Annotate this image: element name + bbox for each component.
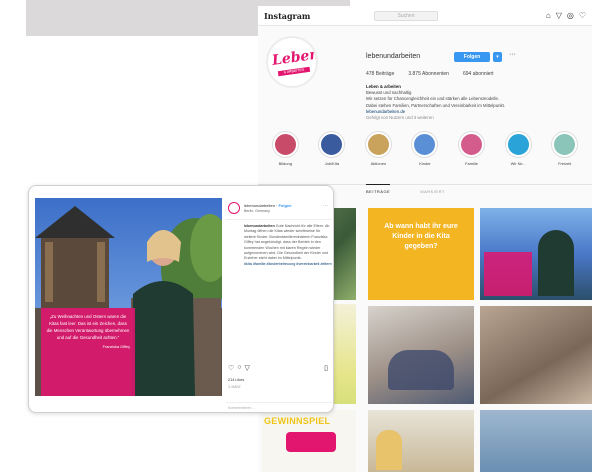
kita-question-text: Ab wann habt ihr eure Kinder in die Kita…	[384, 223, 458, 250]
highlight-label: Freizeit	[558, 161, 572, 166]
post-portrait	[538, 230, 574, 296]
followed-by[interactable]: Gefolgt von Nutzern und 3 weiteren	[366, 115, 588, 121]
highlight-item[interactable]: Wir für...	[501, 132, 535, 176]
bookmark-icon[interactable]: ▯	[324, 364, 328, 372]
quote-overlay: „Zu Weihnachten und Ostern waren die Kit…	[41, 308, 135, 396]
follow-button[interactable]: Folgen	[454, 52, 490, 62]
highlight-item[interactable]: Aktionen	[361, 132, 395, 176]
highlight-item[interactable]: Familie	[455, 132, 489, 176]
caption-hashtags[interactable]: #kita #familie #kinderbetreuung #vereinb…	[244, 262, 332, 267]
search-input[interactable]: Suchen	[374, 10, 438, 21]
posts-count: 478 Beiträge	[366, 71, 395, 77]
tab-posts[interactable]: BEITRÄGE	[366, 184, 391, 194]
brand-logo-sub: & ARBEITEN	[277, 66, 311, 77]
highlight-cover	[365, 132, 391, 157]
like-icon[interactable]: ♡	[228, 364, 234, 372]
post-tile[interactable]	[480, 410, 592, 472]
highlight-label: Job/Kita	[324, 161, 340, 166]
highlight-cover	[459, 132, 485, 157]
post-people	[388, 350, 454, 390]
profile-stats: 478 Beiträge 3.875 Abonnenten 694 abonni…	[366, 71, 494, 77]
post-actions: ♡ ○ ▽ ▯	[226, 364, 332, 372]
highlight-item[interactable]: Bildung	[268, 132, 302, 176]
suggested-button[interactable]: ▾	[493, 52, 502, 62]
highlight-item[interactable]: Freizeit	[548, 132, 582, 176]
post-tile[interactable]: GEWINNSPIEL	[262, 410, 356, 472]
caption-text: Gute Nachricht für alle Eltern: Ab Monta…	[244, 224, 330, 261]
tab-tagged[interactable]: MARKIERT	[420, 185, 445, 194]
post-caption: lebenundarbeiten Gute Nachricht für alle…	[226, 224, 332, 267]
highlight-cover	[412, 132, 438, 157]
highlight-cover	[505, 132, 531, 157]
highlight-label: Aktionen	[370, 161, 387, 166]
top-bar: Instagram Suchen ⌂ ▽ ◎ ♡	[258, 6, 592, 26]
post-tile[interactable]	[368, 410, 474, 472]
screenshot: Instagram Suchen ⌂ ▽ ◎ ♡ Leben & ARBEITE…	[0, 0, 592, 472]
post-avatar[interactable]	[228, 202, 240, 214]
home-icon[interactable]: ⌂	[546, 11, 551, 20]
highlight-item[interactable]: Job/Kita	[315, 132, 349, 176]
profile-bio: Leben & arbeiten Bewusst und nachhaltig …	[366, 84, 588, 121]
highlight-label: Familie	[465, 161, 478, 166]
post-tile[interactable]	[368, 306, 474, 404]
highlight-cover	[272, 132, 298, 157]
post-location[interactable]: Berlin, Germany	[244, 209, 270, 213]
quote-text: „Zu Weihnachten und Ostern waren die Kit…	[46, 314, 130, 340]
post-person	[376, 430, 402, 470]
profile-avatar[interactable]: Leben & ARBEITEN	[266, 36, 318, 88]
post-sidebar: lebenundarbeiten · Folgen Berlin, German…	[226, 198, 332, 410]
heart-icon[interactable]: ♡	[579, 11, 586, 20]
comment-icon[interactable]: ○	[237, 364, 241, 372]
profile-header: Leben & ARBEITEN lebenundarbeiten Folgen…	[258, 26, 592, 132]
post-detail-card: „Zu Weihnachten und Ostern waren die Kit…	[28, 185, 334, 413]
likes-count[interactable]: 214 Likes	[228, 378, 244, 382]
instagram-logo[interactable]: Instagram	[264, 11, 374, 21]
profile-username: lebenundarbeiten	[366, 53, 421, 60]
brand-logo: Leben	[271, 46, 318, 69]
gewinnspiel-text: GEWINNSPIEL	[264, 416, 331, 426]
followers-count[interactable]: 3.875 Abonnenten	[408, 71, 449, 77]
person-dress	[131, 281, 195, 396]
share-icon[interactable]: ▽	[245, 364, 250, 372]
direct-icon[interactable]: ▽	[556, 11, 562, 20]
post-tile[interactable]	[480, 208, 592, 300]
post-tile-kita-question[interactable]: Ab wann habt ihr eure Kinder in die Kita…	[368, 208, 474, 300]
post-quote-overlay	[484, 252, 532, 296]
more-options-icon[interactable]: ···	[509, 51, 516, 58]
post-header: lebenundarbeiten · Folgen Berlin, German…	[226, 198, 332, 220]
highlight-cover	[552, 132, 578, 157]
highlight-cover	[319, 132, 345, 157]
post-follow-link[interactable]: Folgen	[278, 203, 291, 208]
highlight-label: Bildung	[278, 161, 292, 166]
highlight-label: Wir für...	[510, 161, 526, 166]
post-username[interactable]: lebenundarbeiten · Folgen	[244, 203, 292, 208]
highlight-label: Kinder	[419, 161, 431, 166]
post-photo[interactable]: „Zu Weihnachten und Ostern waren die Kit…	[35, 198, 222, 396]
quote-attribution: Franziska Giffey	[102, 345, 130, 349]
comment-input[interactable]: Kommentieren ...	[226, 402, 332, 410]
post-tile[interactable]	[480, 306, 592, 404]
story-highlights: Bildung Job/Kita Aktionen Kinder Familie…	[258, 132, 592, 176]
explore-icon[interactable]: ◎	[567, 11, 574, 20]
post-username-text[interactable]: lebenundarbeiten	[244, 203, 275, 208]
highlight-item[interactable]: Kinder	[408, 132, 442, 176]
caption-username[interactable]: lebenundarbeiten	[244, 224, 275, 228]
gewinnspiel-graphic	[286, 432, 336, 452]
nav-icons: ⌂ ▽ ◎ ♡	[546, 11, 586, 20]
more-icon[interactable]: ···	[323, 203, 328, 209]
following-count[interactable]: 694 abonniert	[463, 71, 494, 77]
post-date: 3. MÄRZ	[228, 385, 241, 389]
